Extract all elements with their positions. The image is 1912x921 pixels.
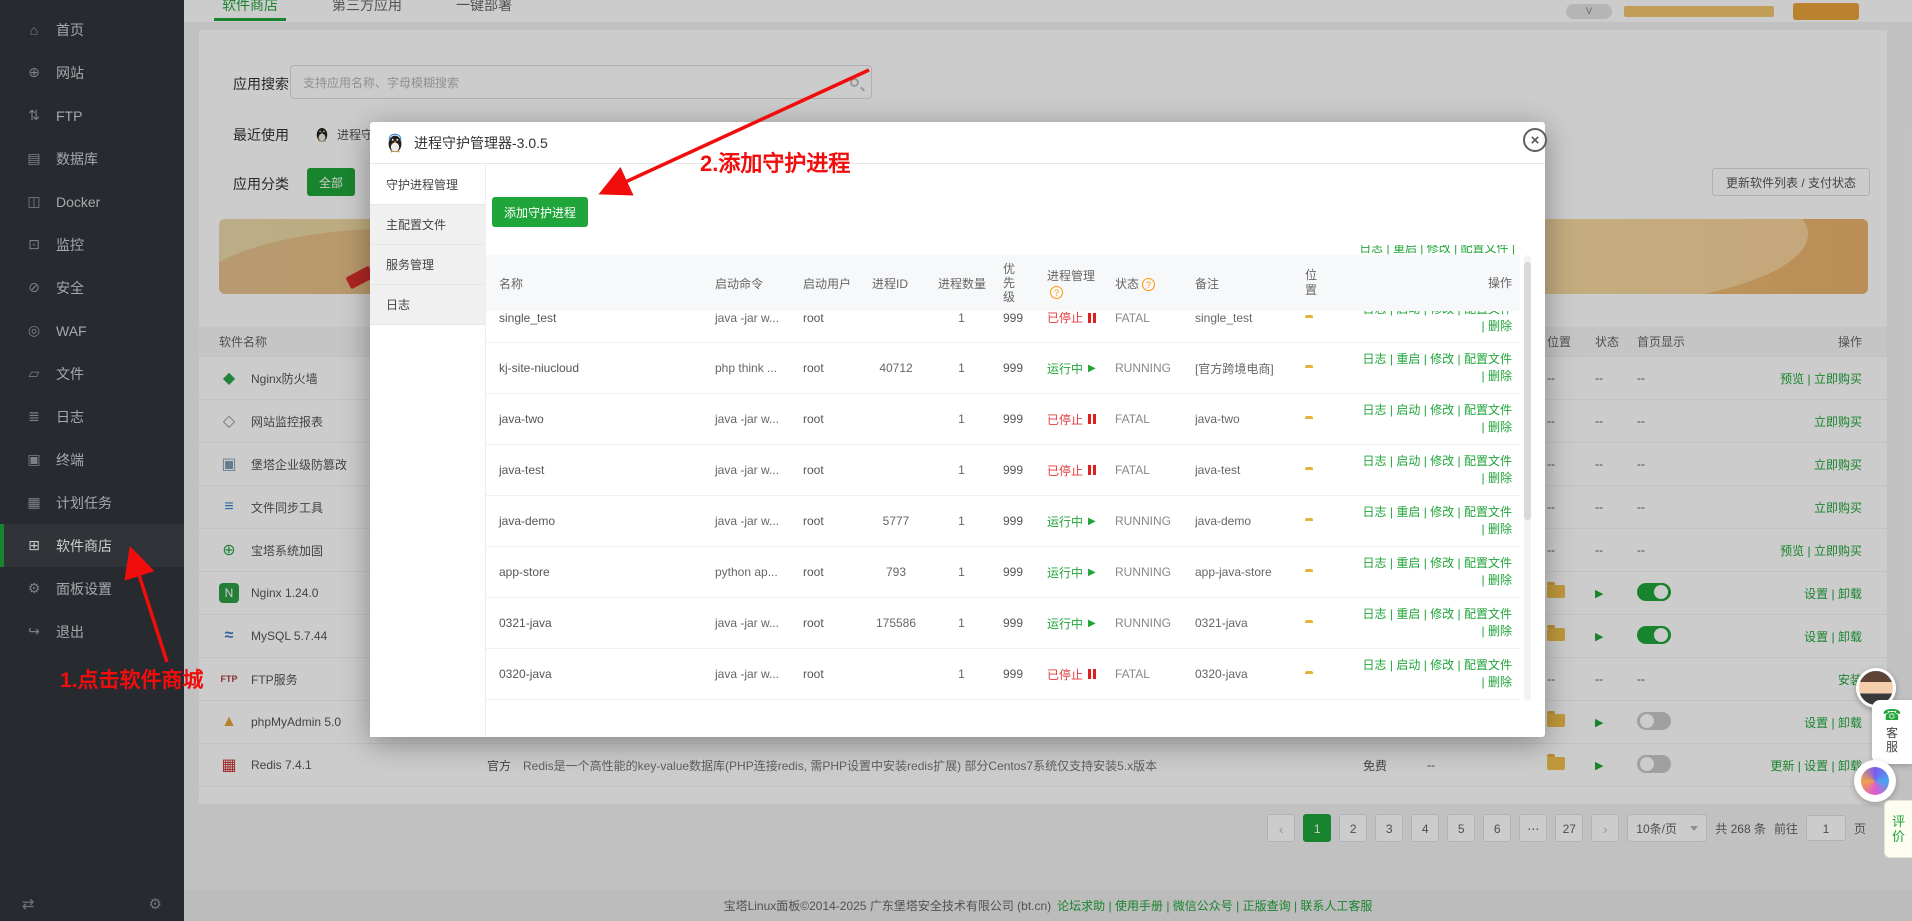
close-icon[interactable]: × xyxy=(1523,128,1547,152)
process-actions: 日志重启修改配置文件删除 xyxy=(1361,351,1520,385)
modal-nav-logs[interactable]: 日志 xyxy=(370,285,485,325)
process-actions: 日志重启修改配置文件删除 xyxy=(1361,504,1520,538)
scrollbar-thumb[interactable] xyxy=(1524,262,1531,520)
modal-body: 添加守护进程 日志 | 重启 | 修改 | 配置文件 | 名称 启动命令 启动用… xyxy=(486,164,1545,737)
process-row: java-two java -jar w... root 1 999 已停止▶ … xyxy=(486,394,1520,445)
process-manager-modal: × 进程守护管理器-3.0.5 守护进程管理 主配置文件 服务管理 日志 添加守… xyxy=(370,122,1545,737)
annotation-step2: 2.添加守护进程 xyxy=(700,146,850,178)
process-row: app-store python ap... root 793 1 999 运行… xyxy=(486,547,1520,598)
clipped-process-row: single_test java -jar w... root 1 999 已停… xyxy=(486,311,1520,343)
play-icon: ▶ xyxy=(1088,618,1096,629)
play-icon: ▶ xyxy=(1088,516,1096,527)
process-actions: 日志启动修改配置文件删除 xyxy=(1361,311,1520,335)
add-guard-process-button[interactable]: 添加守护进程 xyxy=(492,197,588,227)
process-state-control[interactable]: 已停止▶ xyxy=(1047,311,1115,326)
process-state-control[interactable]: 已停止▶ xyxy=(1047,666,1115,683)
help-icon[interactable]: ? xyxy=(1142,278,1155,291)
process-row: 0321-java java -jar w... root 175586 1 9… xyxy=(486,598,1520,649)
process-state-control[interactable]: 运行中▶ xyxy=(1047,615,1115,632)
headset-icon: ☎ xyxy=(1883,706,1902,724)
process-row: kj-site-niucloud php think ... root 4071… xyxy=(486,343,1520,394)
modal-header: 进程守护管理器-3.0.5 xyxy=(370,122,1545,164)
process-actions: 日志启动修改配置文件删除 xyxy=(1361,657,1520,691)
modal-nav-service-management[interactable]: 服务管理 xyxy=(370,245,485,285)
ai-assistant-icon[interactable] xyxy=(1854,760,1896,802)
modal-scrollbar[interactable] xyxy=(1524,255,1531,701)
help-icon[interactable]: ? xyxy=(1050,286,1063,299)
pause-icon xyxy=(1088,465,1096,475)
annotation-step1: 1.点击软件商城 xyxy=(60,664,204,694)
linux-penguin-icon xyxy=(384,132,406,154)
process-state-control[interactable]: 已停止▶ xyxy=(1047,462,1115,479)
modal-title: 进程守护管理器-3.0.5 xyxy=(414,133,548,153)
review-tab[interactable]: 评价 xyxy=(1884,800,1912,858)
process-state-control[interactable]: 运行中▶ xyxy=(1047,564,1115,581)
customer-support-widget[interactable]: ☎ 客服 xyxy=(1872,700,1912,764)
play-icon: ▶ xyxy=(1088,567,1096,578)
process-actions: 日志重启修改配置文件删除 xyxy=(1361,606,1520,640)
process-actions: 日志启动修改配置文件删除 xyxy=(1361,402,1520,436)
process-row: java-demo java -jar w... root 5777 1 999… xyxy=(486,496,1520,547)
process-table-header: 名称 启动命令 启动用户 进程ID 进程数量 优先级 进程管理? 状态? 备注 … xyxy=(486,255,1520,311)
process-table: 名称 启动命令 启动用户 进程ID 进程数量 优先级 进程管理? 状态? 备注 … xyxy=(486,255,1520,700)
process-state-control[interactable]: 已停止▶ xyxy=(1047,411,1115,428)
pause-icon xyxy=(1088,669,1096,679)
process-actions: 日志启动修改配置文件删除 xyxy=(1361,453,1520,487)
process-actions: 日志重启修改配置文件删除 xyxy=(1361,555,1520,589)
pause-icon xyxy=(1088,313,1096,323)
process-state-control[interactable]: 运行中▶ xyxy=(1047,360,1115,377)
baota-panel-root: ⌂ 首页 ⊕ 网站 ⇅ FTP ▤ 数据库 xyxy=(0,0,1912,921)
pause-icon xyxy=(1088,414,1096,424)
play-icon: ▶ xyxy=(1088,363,1096,374)
process-row: 0320-java java -jar w... root 1 999 已停止▶… xyxy=(486,649,1520,700)
process-state-control[interactable]: 运行中▶ xyxy=(1047,513,1115,530)
process-row: java-test java -jar w... root 1 999 已停止▶… xyxy=(486,445,1520,496)
modal-nav: 守护进程管理 主配置文件 服务管理 日志 xyxy=(370,165,486,737)
process-row: single_test java -jar w... root 1 999 已停… xyxy=(486,311,1520,343)
modal-nav-guard-management[interactable]: 守护进程管理 xyxy=(370,165,485,205)
modal-nav-main-config[interactable]: 主配置文件 xyxy=(370,205,485,245)
